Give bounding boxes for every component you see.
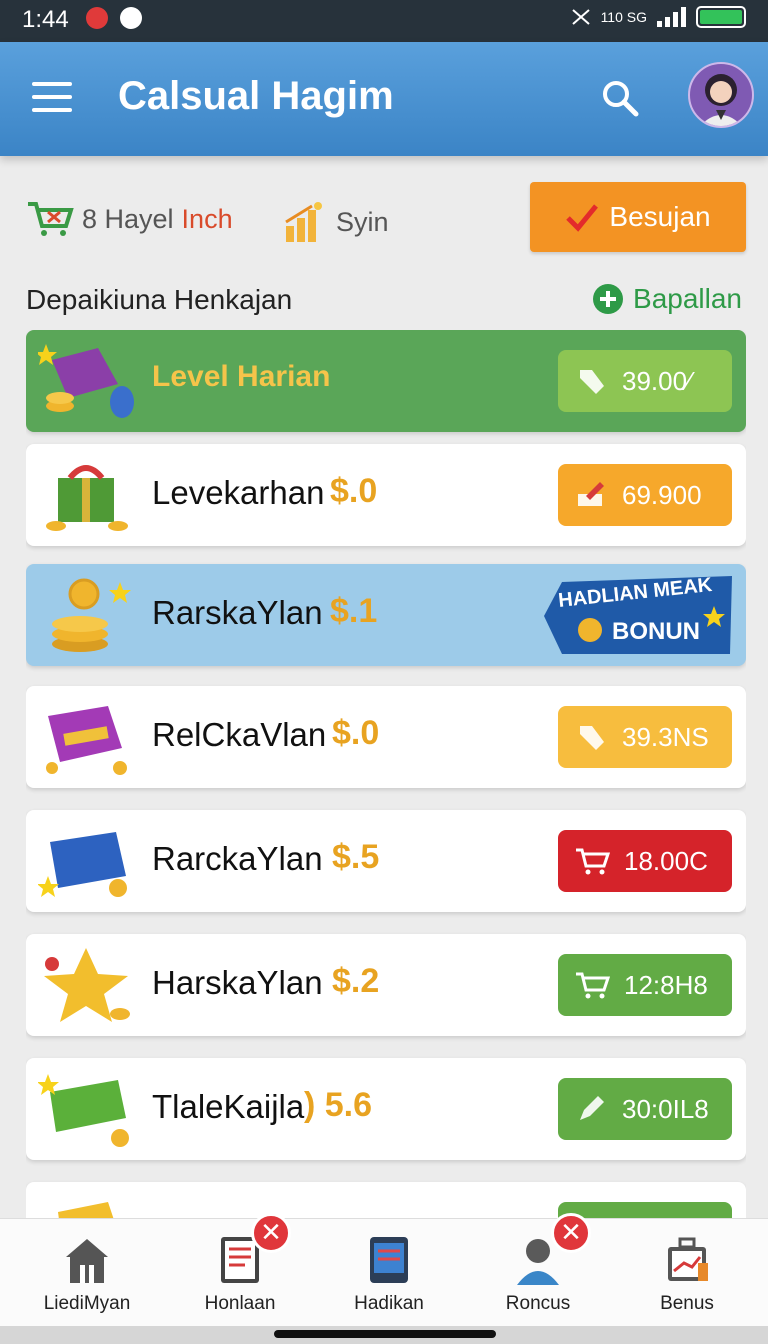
voucher-icon xyxy=(38,832,127,897)
nav-label: Roncus xyxy=(505,1293,571,1314)
list-item[interactable]: RarckaYlan $.5 18.00C xyxy=(26,810,746,912)
value-badge[interactable]: 39.00⁄ xyxy=(558,350,732,412)
badge-value: 39.3NS xyxy=(622,721,709,752)
status-time: 1:44 xyxy=(22,6,69,33)
prize-star-icon xyxy=(44,948,130,1022)
stat-trend: Syin xyxy=(282,200,389,244)
row-title: Level Harian xyxy=(152,360,331,393)
list-item[interactable]: TlaleKaijla ) 5.6 30:0IL8 xyxy=(26,1058,746,1160)
badge-value: 30:0IL8 xyxy=(622,1093,709,1124)
nav-notification-badge: ✕ xyxy=(251,1213,291,1253)
promo-subtitle: BONUN xyxy=(612,618,700,645)
nav-label: LiediMyan xyxy=(43,1293,131,1314)
promo-banner[interactable]: HADLIAN MEAK BONUN xyxy=(544,574,734,654)
tag-icon xyxy=(580,370,604,394)
section-action-label: Bapallan xyxy=(633,283,742,314)
tablet-icon xyxy=(370,1237,408,1283)
stat-label: Syin xyxy=(336,206,389,237)
check-icon xyxy=(566,204,599,232)
row-amount: $.5 xyxy=(332,838,380,876)
row-amount: $.1 xyxy=(330,592,378,630)
nav-item-briefcase[interactable]: Benus xyxy=(610,1219,764,1327)
nav-item-profile[interactable]: ✕ Roncus xyxy=(461,1213,615,1327)
bar-chart-icon xyxy=(285,202,322,242)
row-title: RarskaYlan xyxy=(152,594,323,631)
app-notification-icon xyxy=(120,7,142,29)
section-add-button[interactable]: Bapallan xyxy=(591,282,742,316)
row-amount: $.2 xyxy=(332,962,380,1000)
search-icon[interactable] xyxy=(600,78,640,118)
badge-value: 69.900 xyxy=(622,479,702,510)
list-item-partial[interactable] xyxy=(26,1182,746,1218)
pencil-icon xyxy=(580,1096,604,1120)
badge-value: 18.00C xyxy=(624,845,708,876)
badge-value: 39.00⁄ xyxy=(622,365,692,396)
badge-value: 12:8H8 xyxy=(624,969,708,1000)
notification-icon xyxy=(86,7,108,29)
bottom-navigation: LiediMyan ✕ Honlaan Hadikan ✕ Roncus Ben… xyxy=(0,1213,768,1327)
network-text: 110 SG xyxy=(600,9,647,25)
nav-label: Hadikan xyxy=(354,1293,424,1314)
section-header: Depaikiuna Henkajan Bapallan xyxy=(26,282,746,322)
row-title: RelCkaVlan xyxy=(152,716,327,753)
reward-thumbnail-icon xyxy=(58,1202,114,1218)
home-icon xyxy=(66,1239,108,1283)
reward-list: Level Harian 39.00⁄ Levekarhan $.0 69.90… xyxy=(26,330,746,1218)
primary-button-label: Besujan xyxy=(609,201,711,232)
list-item[interactable]: RarskaYlan $.1 HADLIAN MEAK BONUN xyxy=(26,564,746,666)
value-badge[interactable]: 12:8H8 xyxy=(558,954,732,1016)
row-title: TlaleKaijla xyxy=(152,1088,305,1125)
value-badge[interactable]: 39.3NS xyxy=(558,706,732,768)
tag-icon xyxy=(580,726,604,750)
coupon-icon xyxy=(38,1074,129,1147)
cart-icon xyxy=(576,848,610,875)
row-amount: ) 5.6 xyxy=(304,1086,373,1124)
status-bar: 1:44 110 SG xyxy=(0,0,768,42)
status-indicators: 110 SG xyxy=(571,6,746,28)
section-title: Depaikiuna Henkajan xyxy=(26,284,293,315)
list-item[interactable]: Level Harian 39.00⁄ xyxy=(26,330,746,432)
briefcase-icon xyxy=(668,1237,708,1281)
cart-icon xyxy=(576,972,610,999)
avatar-person-icon xyxy=(700,74,742,126)
home-indicator[interactable] xyxy=(0,1326,768,1344)
row-title: Levekarhan xyxy=(152,474,325,511)
value-badge[interactable]: 69.900 xyxy=(558,464,732,526)
list-item[interactable]: RelCkaVlan $.0 39.3NS xyxy=(26,686,746,788)
row-amount: $.0 xyxy=(330,472,378,510)
list-item[interactable]: HarskaYlan $.2 12:8H8 xyxy=(26,934,746,1036)
ticket-icon xyxy=(46,706,127,775)
avatar[interactable] xyxy=(688,62,754,128)
gift-box-icon xyxy=(46,465,128,531)
row-title: HarskaYlan xyxy=(152,964,323,1001)
cart-icon xyxy=(28,202,74,236)
stat-cart: 8 Hayel Inch xyxy=(26,200,233,238)
menu-icon[interactable] xyxy=(32,82,72,112)
nav-label: Benus xyxy=(660,1293,714,1314)
row-amount: $.0 xyxy=(332,714,380,752)
app-title: Calsual Hagim xyxy=(118,74,394,118)
primary-action-button[interactable]: Besujan xyxy=(530,182,746,252)
reward-thumbnail-icon xyxy=(38,344,134,418)
nav-item-home[interactable]: LiediMyan xyxy=(10,1219,164,1327)
value-badge[interactable] xyxy=(558,1202,732,1218)
vibrate-icon xyxy=(571,9,590,25)
value-badge[interactable]: 30:0IL8 xyxy=(558,1078,732,1140)
plus-circle-icon xyxy=(593,284,624,314)
stat-value: 8 Hayel xyxy=(82,203,174,234)
row-title: RarckaYlan xyxy=(152,840,323,877)
coin-stack-icon xyxy=(52,578,131,652)
app-bar: Calsual Hagim xyxy=(0,42,768,156)
value-badge[interactable]: 18.00C xyxy=(558,830,732,892)
stat-accent: Inch xyxy=(181,203,233,234)
pencil-icon xyxy=(578,482,604,506)
nav-item-documents[interactable]: ✕ Honlaan xyxy=(163,1213,317,1327)
nav-label: Honlaan xyxy=(204,1293,276,1314)
signal-icon xyxy=(657,7,686,27)
stats-bar: 8 Hayel Inch Syin Besujan xyxy=(26,182,746,256)
list-item[interactable]: Levekarhan $.0 69.900 xyxy=(26,444,746,546)
nav-item-tablet[interactable]: Hadikan xyxy=(312,1219,466,1327)
battery-icon xyxy=(696,6,746,28)
nav-notification-badge: ✕ xyxy=(551,1213,591,1253)
